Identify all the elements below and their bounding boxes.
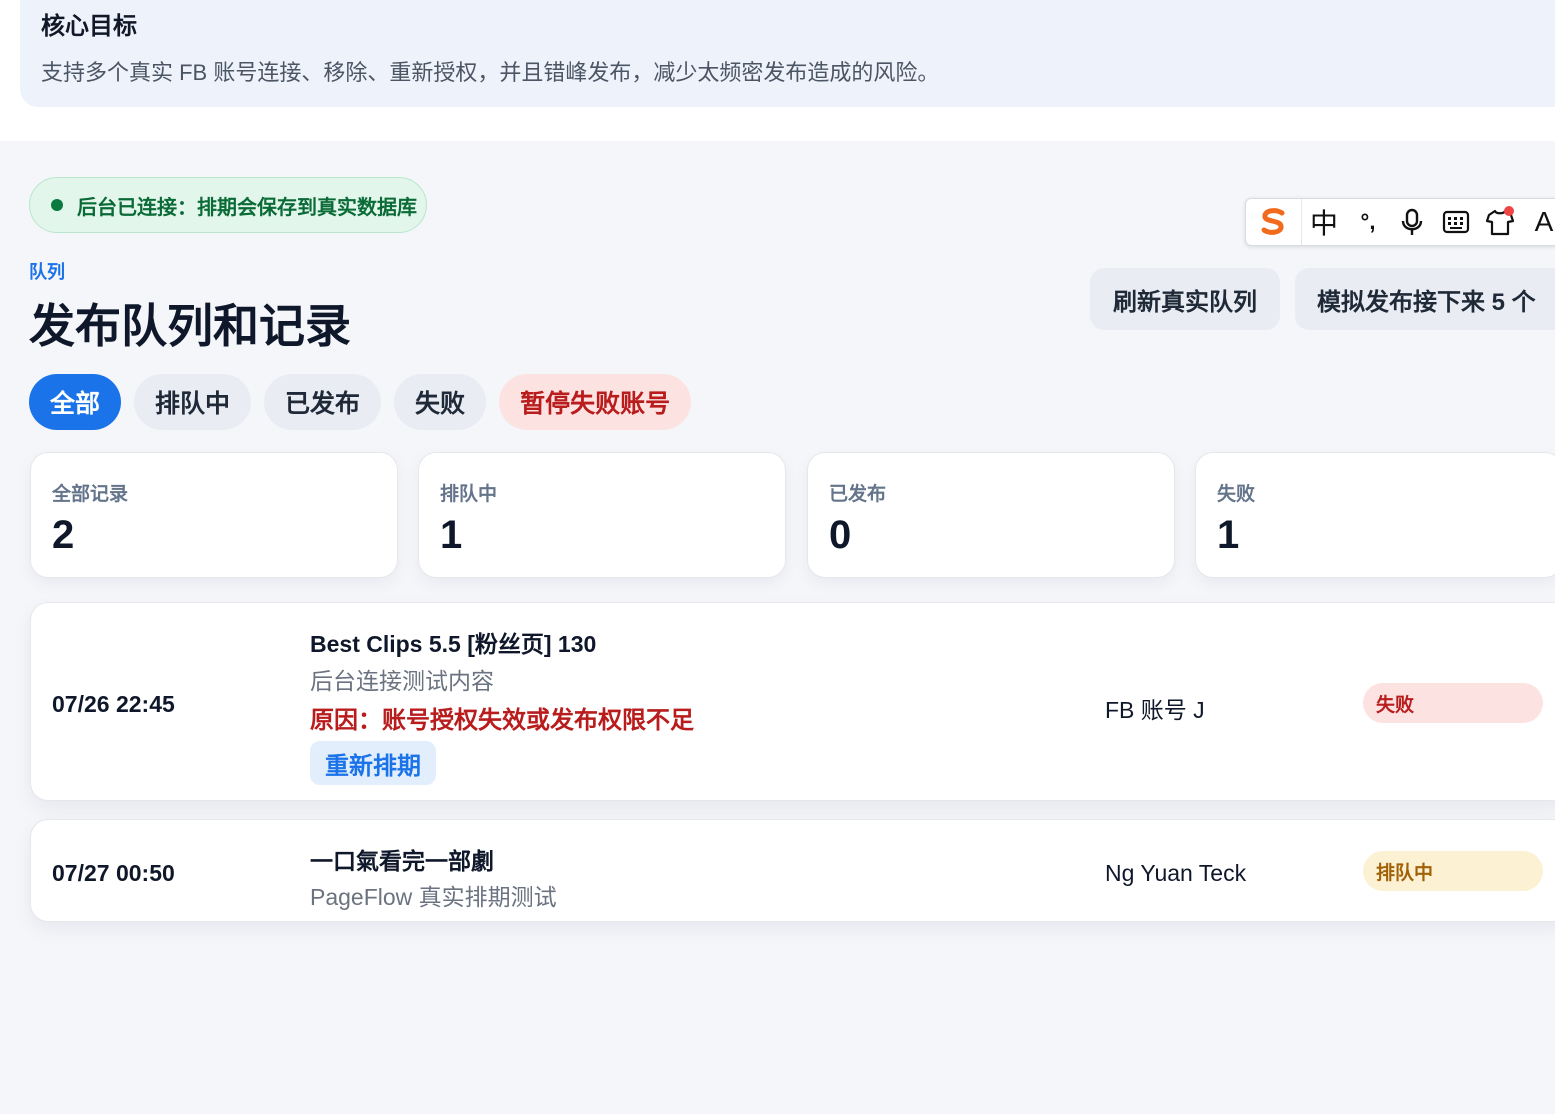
record-subtitle: PageFlow 真实排期测试 xyxy=(310,884,557,910)
record-time: 07/26 22:45 xyxy=(52,691,175,717)
notification-dot-icon xyxy=(1504,206,1514,216)
ime-more-button[interactable]: A xyxy=(1522,206,1555,238)
filter-all[interactable]: 全部 xyxy=(29,374,122,430)
filter-queued[interactable]: 排队中 xyxy=(134,374,252,430)
page-title: 发布队列和记录 xyxy=(29,300,351,352)
status-badge: 排队中 xyxy=(1363,851,1543,891)
sogou-logo-icon[interactable] xyxy=(1246,199,1302,245)
backend-status-badge: 后台已连接：排期会保存到真实数据库 xyxy=(29,177,427,233)
stat-value: 1 xyxy=(1217,513,1240,557)
filter-failed[interactable]: 失败 xyxy=(394,374,487,430)
ime-toolbar[interactable]: 中 °, A xyxy=(1245,198,1555,246)
record-failure-reason: 原因：账号授权失效或发布权限不足 xyxy=(310,707,694,734)
stat-card-queued: 排队中 1 xyxy=(418,452,786,578)
keyboard-icon[interactable] xyxy=(1434,210,1478,234)
stat-value: 2 xyxy=(52,513,75,557)
punct-label: °, xyxy=(1360,209,1376,234)
stat-card-failed: 失败 1 xyxy=(1195,452,1555,578)
record-title: Best Clips 5.5 [粉丝页] 130 xyxy=(310,631,597,657)
stat-value: 1 xyxy=(440,513,463,557)
filter-tabs: 全部 排队中 已发布 失败 暂停失败账号 xyxy=(29,374,692,430)
record-time: 07/27 00:50 xyxy=(52,860,175,886)
record-subtitle: 后台连接测试内容 xyxy=(310,668,494,694)
stat-value: 0 xyxy=(829,513,852,557)
status-dot-icon xyxy=(51,199,63,211)
goal-section: 核心目标 支持多个真实 FB 账号连接、移除、重新授权，并且错峰发布，减少太频密… xyxy=(0,0,1555,141)
status-text: 后台已连接：排期会保存到真实数据库 xyxy=(77,196,417,219)
reschedule-button[interactable]: 重新排期 xyxy=(310,741,436,785)
goal-description: 支持多个真实 FB 账号连接、移除、重新授权，并且错峰发布，减少太频密发布造成的… xyxy=(41,60,940,85)
stat-card-total: 全部记录 2 xyxy=(30,452,398,578)
record-title: 一口氣看完一部劇 xyxy=(310,848,494,874)
queue-record-row[interactable]: 07/27 00:50 一口氣看完一部劇 PageFlow 真实排期测试 Ng … xyxy=(30,819,1555,922)
ime-mode-toggle[interactable]: 中 xyxy=(1302,202,1346,242)
microphone-icon[interactable] xyxy=(1390,208,1434,236)
stat-label: 排队中 xyxy=(440,484,498,505)
simulate-publish-button[interactable]: 模拟发布接下来 5 个 xyxy=(1295,268,1555,330)
stat-label: 已发布 xyxy=(829,484,887,505)
goal-card xyxy=(20,0,1555,107)
record-account: Ng Yuan Teck xyxy=(1105,860,1247,886)
stat-card-published: 已发布 0 xyxy=(807,452,1175,578)
queue-record-row[interactable]: 07/26 22:45 Best Clips 5.5 [粉丝页] 130 后台连… xyxy=(30,602,1555,801)
refresh-queue-button[interactable]: 刷新真实队列 xyxy=(1090,268,1280,330)
stat-label: 失败 xyxy=(1217,484,1256,505)
status-badge: 失败 xyxy=(1363,683,1543,723)
filter-published[interactable]: 已发布 xyxy=(264,374,382,430)
record-account: FB 账号 J xyxy=(1105,697,1205,723)
stat-label: 全部记录 xyxy=(52,484,129,505)
pause-failed-accounts-button[interactable]: 暂停失败账号 xyxy=(499,374,692,430)
goal-title: 核心目标 xyxy=(41,13,137,40)
ime-punct-toggle[interactable]: °, xyxy=(1346,209,1390,235)
section-label: 队列 xyxy=(29,262,65,282)
shirt-icon[interactable] xyxy=(1478,206,1522,236)
